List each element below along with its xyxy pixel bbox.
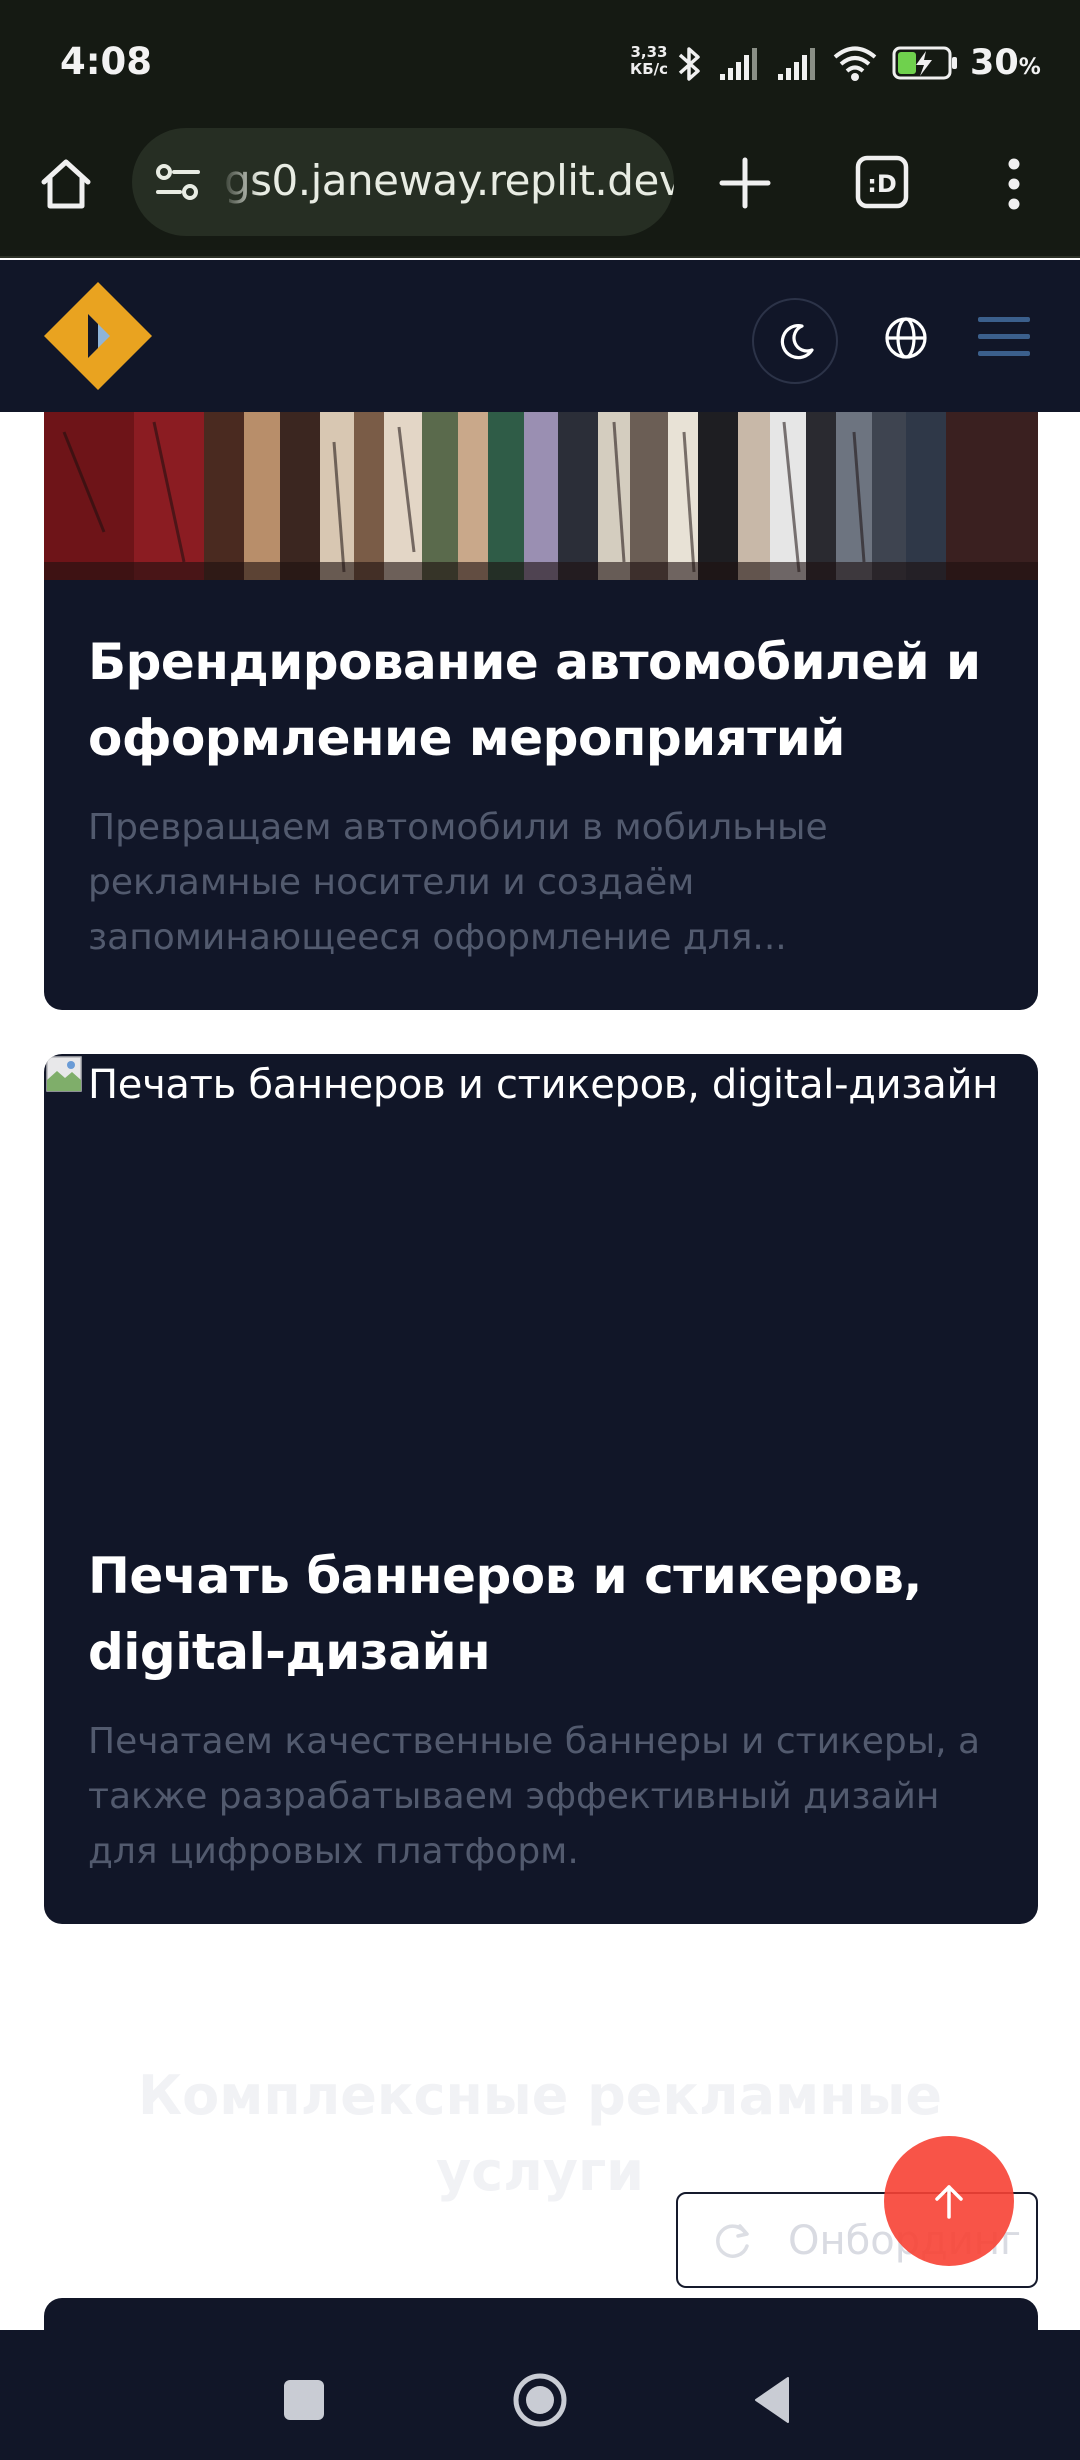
logo[interactable] xyxy=(42,280,154,392)
broken-image-icon xyxy=(46,1056,82,1092)
status-bar: 4:08 3,33 КБ/с 30% xyxy=(0,0,1080,128)
signal-icon xyxy=(720,48,757,80)
broken-image: Печать баннеров и стикеров, digital-диза… xyxy=(44,1054,1038,1494)
card-title[interactable]: Печать баннеров и стикеров, digital-диза… xyxy=(88,1538,1008,1690)
service-card[interactable]: Печать баннеров и стикеров, digital-диза… xyxy=(44,1054,1038,1924)
home-circle-icon[interactable] xyxy=(510,2370,570,2430)
browser-toolbar: gs0.janeway.replit.dev :D xyxy=(0,128,1080,258)
recents-icon[interactable] xyxy=(274,2370,334,2430)
card-title[interactable]: Брендирование автомобилей и оформление м… xyxy=(88,624,1008,776)
globe-icon[interactable] xyxy=(880,312,932,364)
bluetooth-icon xyxy=(678,47,700,81)
moon-icon xyxy=(780,323,814,360)
back-icon[interactable] xyxy=(744,2370,804,2430)
wifi-icon xyxy=(833,46,877,81)
svg-text::D: :D xyxy=(867,170,897,198)
tab-switcher-icon[interactable]: :D xyxy=(854,154,910,210)
system-nav-bar xyxy=(0,2330,1080,2460)
battery-percent: 30% xyxy=(970,43,1041,83)
network-speed: 3,33 КБ/с xyxy=(629,43,669,78)
home-icon[interactable] xyxy=(36,154,96,214)
url-text[interactable]: gs0.janeway.replit.dev xyxy=(224,156,674,205)
theme-toggle-button[interactable] xyxy=(752,298,838,384)
signal-icon xyxy=(778,48,815,80)
refresh-icon xyxy=(716,2224,749,2258)
site-header xyxy=(0,260,1080,412)
site-settings-icon[interactable] xyxy=(154,162,202,202)
battery-charging-icon xyxy=(892,46,957,80)
clock: 4:08 xyxy=(60,40,153,83)
card-description: Печатаем качественные баннеры и стикеры,… xyxy=(88,1721,981,1872)
service-card[interactable]: Брендирование автомобилей и оформление м… xyxy=(44,412,1038,1010)
image-alt-text: Печать баннеров и стикеров, digital-диза… xyxy=(88,1062,999,1108)
address-bar[interactable]: gs0.janeway.replit.dev xyxy=(132,128,674,236)
scroll-to-top-button[interactable] xyxy=(884,2136,1014,2266)
card-description: Превращаем автомобили в мобильные реклам… xyxy=(88,807,828,958)
card-photo xyxy=(44,412,1038,580)
url-fade xyxy=(220,128,260,236)
section-title: Комплексные рекламные услуги xyxy=(138,2064,942,2203)
arrow-up-icon xyxy=(935,2185,963,2219)
plus-icon[interactable] xyxy=(716,154,774,212)
more-vert-icon[interactable] xyxy=(1000,154,1028,214)
hamburger-icon[interactable] xyxy=(976,314,1032,360)
